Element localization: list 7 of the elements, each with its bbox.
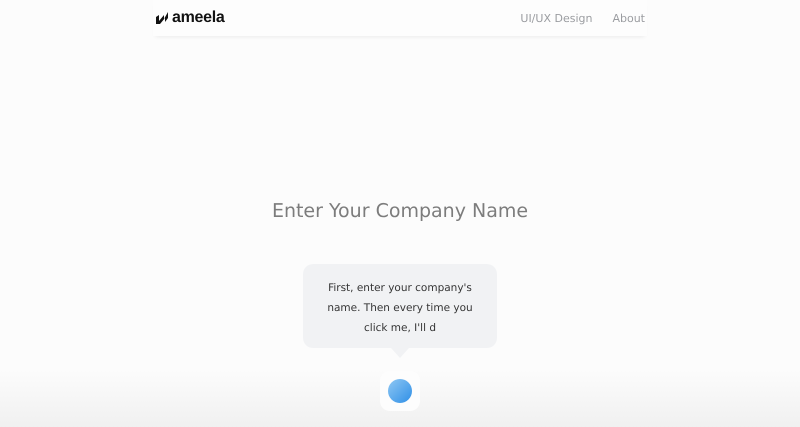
nav-link[interactable]: UI/UX Design	[520, 12, 592, 24]
logo-wordmark[interactable]: ameela	[172, 9, 224, 27]
orb-icon	[388, 379, 412, 403]
speech-text: First, enter your company's name. Then every time you click me, I'll d	[327, 282, 473, 334]
nav-link[interactable]: About	[612, 12, 645, 24]
company-name-field[interactable]: Enter Your Company Name	[250, 198, 550, 224]
logo-icon	[155, 11, 169, 25]
